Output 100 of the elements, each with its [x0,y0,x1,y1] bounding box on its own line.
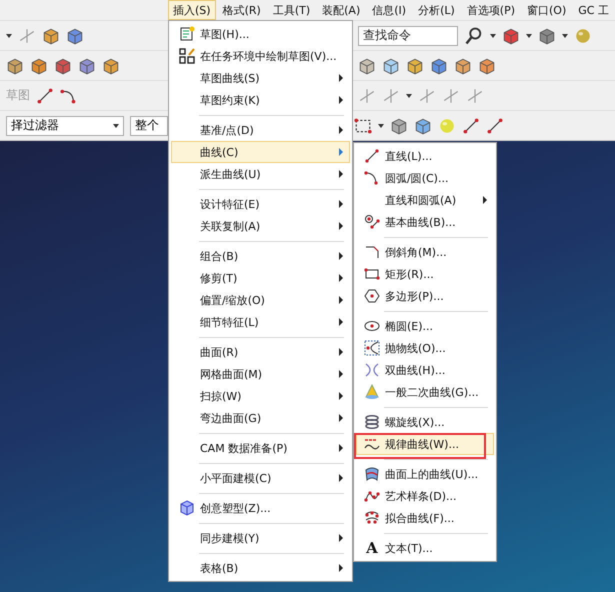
chamfer-icon [364,244,380,260]
submenu-arrow-icon [339,318,343,326]
menu-item[interactable]: 倒斜角(M)... [356,241,494,263]
menu-bar-item[interactable]: 工具(T) [268,0,316,20]
constraint-icon [418,86,436,104]
hyperbola-icon [364,362,380,378]
rectangle-icon [364,266,380,282]
menu-item[interactable]: 曲线(C) [171,141,350,163]
submenu-arrow-icon [339,392,343,400]
submenu-arrow-icon [339,564,343,572]
menu-item[interactable]: 曲面(R) [171,341,350,363]
menu-item[interactable]: 设计特征(E) [171,193,350,215]
menu-item[interactable]: 修剪(T) [171,267,350,289]
menu-item[interactable]: 直线(L)... [356,145,494,167]
submenu-arrow-icon [339,474,343,482]
submenu-arrow-icon [339,96,343,104]
menu-item[interactable]: 关联复制(A) [171,215,350,237]
cube-icon [382,56,400,74]
menu-bar-item[interactable]: 装配(A) [317,0,366,20]
menu-item[interactable]: 抛物线(O)... [356,337,494,359]
cube-icon [430,56,448,74]
menu-item[interactable]: CAM 数据准备(P) [171,437,350,459]
menu-item[interactable]: 小平面建模(C) [171,467,350,489]
sphere-icon [574,26,592,44]
cube-icon [454,56,472,74]
cube-icon [478,56,496,74]
ellipse-icon [364,318,380,334]
menu-item[interactable]: 圆弧/圆(C)... [356,167,494,189]
filter-dropdown[interactable]: 择过滤器 [6,116,124,136]
menu-item[interactable]: A 文本(T)... [356,537,494,559]
menu-bar-item[interactable]: 信息(I) [367,0,412,20]
menu-item[interactable]: 同步建模(Y) [171,527,350,549]
constraint-icon [466,86,484,104]
parabola-icon [364,340,380,356]
scope-dropdown[interactable]: 整个 [130,116,168,136]
submenu-arrow-icon [483,196,487,204]
submenu-arrow-icon [339,148,343,156]
submenu-arrow-icon [339,348,343,356]
menu-item[interactable]: 螺旋线(X)... [356,411,494,433]
constraint-icon [382,86,400,104]
sketch-task-icon [179,48,195,64]
cube-icon [42,26,60,44]
cube-icon [102,56,120,74]
menu-item[interactable]: 草图(H)... [171,23,350,45]
menu-item[interactable]: 扫掠(W) [171,385,350,407]
search-field[interactable]: 查找命令 [358,26,458,46]
menu-item[interactable]: 直线和圆弧(A) [356,189,494,211]
menu-item[interactable]: 细节特征(L) [171,311,350,333]
menu-bar-item[interactable]: 窗口(O) [522,0,572,20]
line-icon [486,116,504,134]
menu-item[interactable]: 草图曲线(S) [171,67,350,89]
menu-bar-item[interactable]: 分析(L) [413,0,460,20]
menu-item[interactable]: 草图约束(K) [171,89,350,111]
menu-item[interactable]: 基本曲线(B)... [356,211,494,233]
menu-item[interactable]: 在任务环境中绘制草图(V)... [171,45,350,67]
menu-item[interactable]: 组合(B) [171,245,350,267]
submenu-arrow-icon [339,414,343,422]
sketch-label: 草图 [6,87,30,104]
menu-item[interactable]: 创意塑型(Z)... [171,497,350,519]
submenu-arrow-icon [339,534,343,542]
menu-item[interactable]: 拟合曲线(F)... [356,507,494,529]
cube-icon [6,56,24,74]
cube-icon [179,500,195,516]
menu-item[interactable]: 基准/点(D) [171,119,350,141]
cone-icon [364,384,380,400]
menu-item[interactable]: 规律曲线(W)... [356,433,494,455]
menu-item[interactable]: 矩形(R)... [356,263,494,285]
menu-bar-item[interactable]: 格式(R) [218,0,266,20]
submenu-arrow-icon [339,296,343,304]
menu-item[interactable]: 艺术样条(D)... [356,485,494,507]
menu-item[interactable]: 偏置/缩放(O) [171,289,350,311]
menu-bar-item[interactable]: 首选项(P) [462,0,520,20]
cube-icon [414,116,432,134]
menu-bar-item[interactable]: 插入(S) [168,0,216,20]
submenu-arrow-icon [339,252,343,260]
submenu-arrow-icon [339,126,343,134]
menu-item[interactable]: 椭圆(E)... [356,315,494,337]
caret-icon [562,34,568,38]
menu-item[interactable]: 多边形(P)... [356,285,494,307]
submenu-arrow-icon [339,222,343,230]
submenu-arrow-icon [339,74,343,82]
submenu-arrow-icon [339,200,343,208]
caret-icon [526,34,532,38]
cube-icon [66,26,84,44]
search-icon [464,26,484,46]
menu-item[interactable]: 表格(B) [171,557,350,579]
cube-icon [502,26,520,44]
basic-curve-icon [364,214,380,230]
submenu-arrow-icon [339,274,343,282]
line-icon [462,116,480,134]
caret-icon [6,34,12,38]
menu-item[interactable]: 派生曲线(U) [171,163,350,185]
menu-item[interactable]: 网格曲面(M) [171,363,350,385]
sketch-icon [179,26,195,42]
menu-item[interactable]: 曲面上的曲线(U)... [356,463,494,485]
menu-item[interactable]: 一般二次曲线(G)... [356,381,494,403]
arc-icon [60,86,78,104]
menu-item[interactable]: 双曲线(H)... [356,359,494,381]
menu-bar-item[interactable]: GC 工 [573,0,614,20]
menu-item[interactable]: 弯边曲面(G) [171,407,350,429]
